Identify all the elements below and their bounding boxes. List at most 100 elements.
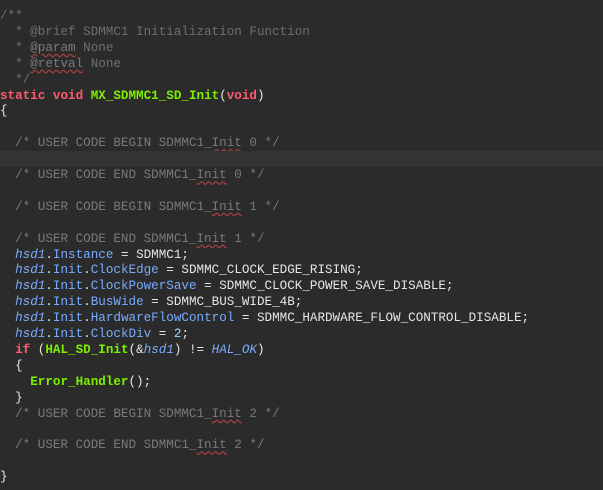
code-line[interactable]: hsd1.Init.BusWide = SDMMC_BUS_WIDE_4B;	[0, 294, 603, 310]
code-line[interactable]: }	[0, 390, 603, 406]
code-token: 0 */	[241, 136, 280, 151]
code-token: .	[45, 247, 53, 262]
code-line[interactable]: * @retval None	[0, 56, 603, 72]
code-line[interactable]: * @brief SDMMC1 Initialization Function	[0, 24, 603, 40]
code-token: )	[256, 88, 265, 103]
code-token: void	[226, 88, 257, 103]
code-token: (	[219, 88, 227, 103]
code-token: .	[45, 311, 53, 326]
code-line[interactable]: /* USER CODE END SDMMC1_Init 0 */	[0, 167, 603, 183]
code-editor[interactable]: /** * @brief SDMMC1 Initialization Funct…	[0, 0, 603, 490]
code-token: hsd1	[15, 327, 46, 341]
code-token: None	[75, 40, 114, 55]
code-token: /* USER CODE BEGIN SDMMC1_	[0, 199, 212, 214]
code-token: = SDMMC_CLOCK_POWER_SAVE_DISABLE;	[196, 279, 454, 294]
code-token: /* USER CODE END SDMMC1_	[0, 168, 197, 182]
code-line[interactable]: */	[0, 72, 603, 88]
code-line[interactable]: /* USER CODE BEGIN SDMMC1_Init 2 */	[0, 406, 603, 422]
code-token: .	[83, 311, 91, 326]
code-line[interactable]	[0, 151, 603, 168]
code-token: HAL_OK	[211, 342, 258, 357]
code-line[interactable]: static void MX_SDMMC1_SD_Init(void)	[0, 88, 603, 104]
code-token: hsd1	[15, 295, 46, 310]
code-line[interactable]	[0, 215, 603, 231]
code-token: ;	[181, 327, 189, 341]
code-token: .	[45, 327, 53, 341]
code-token: ClockDiv	[90, 327, 152, 341]
code-token: hsd1	[15, 311, 46, 326]
code-token: }	[0, 470, 8, 485]
code-token: Init	[211, 199, 242, 214]
code-token: 2 */	[241, 406, 280, 421]
code-line[interactable]: /* USER CODE BEGIN SDMMC1_Init 0 */	[0, 135, 603, 151]
code-token: Init	[52, 295, 84, 310]
code-token: Init	[52, 279, 84, 294]
code-line[interactable]: hsd1.Init.ClockPowerSave = SDMMC_CLOCK_P…	[0, 278, 603, 294]
code-token: hsd1	[15, 263, 46, 278]
code-token: Init	[196, 168, 227, 182]
code-token: .	[45, 279, 53, 294]
code-line[interactable]: /* USER CODE BEGIN SDMMC1_Init 1 */	[0, 199, 603, 215]
code-token: *	[0, 56, 31, 71]
code-line[interactable]: Error_Handler();	[0, 374, 603, 390]
code-token: .	[83, 295, 91, 310]
code-token: Init	[52, 263, 84, 278]
code-line[interactable]: /* USER CODE END SDMMC1_Init 1 */	[0, 231, 603, 247]
code-token: @retval	[30, 56, 84, 71]
code-token: hsd1	[15, 279, 46, 294]
code-line[interactable]	[0, 453, 603, 469]
code-token: static void	[0, 88, 91, 103]
code-token: /* USER CODE BEGIN SDMMC1_	[0, 406, 212, 421]
code-token: Init	[52, 311, 84, 326]
code-token: 1 */	[226, 231, 265, 246]
code-token: ) !=	[173, 342, 212, 357]
code-line[interactable]: {	[0, 358, 603, 374]
code-token: .	[83, 263, 91, 278]
code-line[interactable]: /* USER CODE END SDMMC1_Init 2 */	[0, 437, 603, 453]
code-token: .	[45, 263, 53, 278]
code-token: Init	[196, 438, 227, 453]
code-line[interactable]: hsd1.Init.ClockDiv = 2;	[0, 326, 603, 342]
code-token: HAL_SD_Init	[45, 342, 129, 357]
code-token: *	[0, 40, 31, 55]
code-token: .	[45, 295, 53, 310]
code-line[interactable]	[0, 119, 603, 135]
code-token: @param	[30, 40, 76, 55]
code-token: .	[83, 279, 91, 294]
code-line[interactable]: if (HAL_SD_Init(&hsd1) != HAL_OK)	[0, 342, 603, 358]
code-token: * @brief SDMMC1 Initialization Function	[0, 24, 310, 39]
code-token: Init	[196, 231, 227, 246]
code-token: if	[15, 342, 31, 357]
code-token: None	[83, 56, 121, 71]
code-line[interactable]: * @param None	[0, 40, 603, 56]
code-token: =	[151, 327, 174, 341]
code-token: = SDMMC_BUS_WIDE_4B;	[143, 295, 303, 310]
code-token: {	[0, 104, 8, 119]
code-token: ClockEdge	[90, 263, 159, 278]
code-token: /* USER CODE END SDMMC1_	[0, 231, 197, 246]
code-token: Init	[211, 136, 242, 151]
code-token: */	[0, 72, 31, 87]
code-line[interactable]: hsd1.Init.HardwareFlowControl = SDMMC_HA…	[0, 310, 603, 326]
code-token: = SDMMC1;	[113, 247, 189, 262]
code-token: 0 */	[226, 168, 265, 182]
code-line[interactable]	[0, 421, 603, 437]
code-line[interactable]: /**	[0, 8, 603, 24]
code-token: Instance	[52, 247, 114, 262]
code-line[interactable]: }	[0, 469, 603, 485]
code-line[interactable]: hsd1.Instance = SDMMC1;	[0, 247, 603, 263]
code-token: /**	[0, 9, 23, 23]
code-token: = SDMMC_CLOCK_EDGE_RISING;	[158, 263, 363, 278]
code-line[interactable]: hsd1.Init.ClockEdge = SDMMC_CLOCK_EDGE_R…	[0, 262, 603, 278]
code-token: hsd1	[15, 247, 46, 262]
code-line[interactable]	[0, 183, 603, 199]
code-line[interactable]: {	[0, 103, 603, 119]
code-token: }	[0, 390, 23, 405]
code-token: HardwareFlowControl	[90, 311, 235, 326]
